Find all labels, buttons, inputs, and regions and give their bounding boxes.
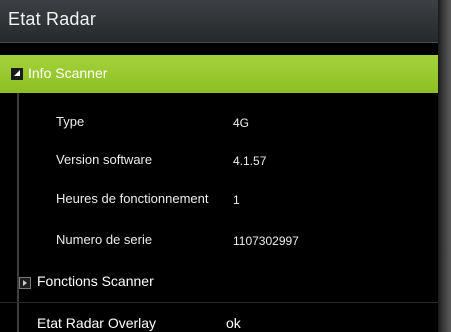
expand-toggle-info-scanner[interactable] [11,68,23,80]
overlay-status-label: Etat Radar Overlay [37,315,157,331]
window-edge-shadow [438,0,451,332]
section-label-fonctions-scanner: Fonctions Scanner [37,273,154,289]
section-info-scanner[interactable]: Info Scanner [0,55,438,93]
field-label-serial-number: Numero de serie [56,232,153,247]
section-label-info-scanner: Info Scanner [28,65,108,81]
divider [0,302,438,303]
overlay-status-value: ok [226,315,241,331]
window-title: Etat Radar [8,9,97,29]
triangle-down-icon [14,70,20,76]
field-label-software-version: Version software [56,152,153,167]
field-value-software-version: 4.1.57 [233,154,267,168]
tree-connector-line [17,80,19,332]
triangle-right-icon [23,280,27,286]
expand-toggle-fonctions-scanner[interactable] [19,277,31,289]
title-bar: Etat Radar [0,0,438,43]
field-label-type: Type [56,114,85,129]
radar-status-window: Etat Radar Info Scanner Type 4G Version … [0,0,438,332]
field-value-operating-hours: 1 [233,193,240,207]
field-value-type: 4G [233,116,250,130]
field-label-operating-hours: Heures de fonctionnement [56,191,209,206]
field-value-serial-number: 1107302997 [233,234,299,248]
